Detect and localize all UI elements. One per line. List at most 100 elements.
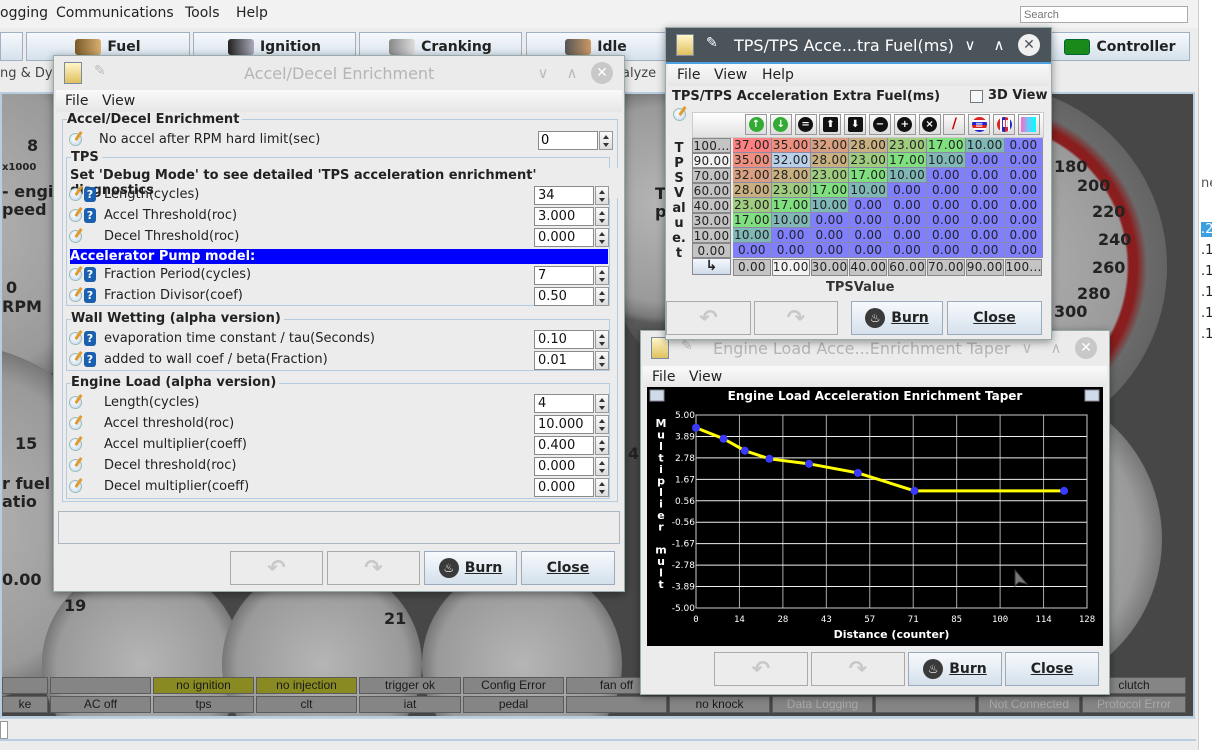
spinner[interactable] — [595, 287, 609, 306]
pin-icon[interactable]: ✎ — [94, 63, 106, 79]
edit-note-icon[interactable] — [69, 459, 82, 472]
subtab-analyze[interactable]: alyze — [622, 66, 656, 81]
minimize-icon[interactable]: ∨ — [532, 62, 554, 84]
table-cell[interactable]: 0.00 — [1004, 138, 1044, 153]
minimize-icon[interactable]: ∨ — [1016, 337, 1038, 359]
field-input[interactable]: 0.400 — [534, 436, 594, 455]
decrease-button[interactable]: ↓ — [769, 114, 792, 135]
table-cell[interactable]: 35.00 — [771, 138, 811, 153]
table-cell[interactable]: 10.00 — [771, 213, 811, 228]
chart-menu-icon[interactable] — [649, 389, 665, 402]
shift-down-button[interactable]: ⬇ — [844, 114, 867, 135]
minus-button[interactable]: − — [869, 114, 891, 135]
list-item[interactable]: .1 — [1201, 285, 1212, 300]
row-header[interactable]: 100... — [692, 138, 731, 153]
column-header[interactable]: 10.00 — [771, 259, 810, 276]
column-header[interactable]: 30.00 — [810, 259, 849, 276]
undo-button[interactable]: ↶ — [230, 551, 323, 585]
undo-button[interactable]: ↶ — [714, 652, 808, 686]
redo-button[interactable]: ↷ — [754, 301, 838, 335]
no-accel-input[interactable] — [538, 131, 598, 150]
toolbar-button-partial[interactable] — [0, 32, 23, 61]
redo-button[interactable]: ↷ — [327, 551, 420, 585]
row-header[interactable]: 60.00 — [692, 183, 731, 198]
spinner[interactable] — [595, 394, 609, 413]
table-cell[interactable]: 0.00 — [849, 243, 889, 258]
column-header[interactable]: 90.00 — [965, 259, 1004, 276]
table-cell[interactable]: 28.00 — [810, 153, 850, 168]
pin-icon[interactable]: ✎ — [706, 35, 718, 51]
edit-note-icon[interactable] — [69, 396, 82, 409]
table-cell[interactable]: 37.00 — [733, 138, 772, 153]
table-cell[interactable]: 32.00 — [771, 153, 811, 168]
table-cell[interactable]: 0.00 — [1004, 153, 1044, 168]
chart-options-icon[interactable] — [1084, 389, 1100, 402]
table-cell[interactable]: 0.00 — [888, 198, 927, 213]
table-cell[interactable]: 0.00 — [888, 183, 927, 198]
data-point[interactable] — [765, 454, 774, 463]
subtab-tuning-dyno[interactable]: ng & Dy — [0, 66, 53, 81]
3d-view-checkbox[interactable] — [970, 90, 983, 103]
table-cell[interactable]: 10.00 — [733, 228, 772, 243]
field-input[interactable]: 34 — [534, 186, 594, 205]
gradient-colors-button[interactable] — [1017, 114, 1040, 135]
table-cell[interactable]: 0.00 — [965, 153, 1005, 168]
table-cell[interactable]: 10.00 — [810, 198, 850, 213]
help-icon[interactable]: ? — [84, 331, 96, 346]
spinner[interactable] — [595, 415, 609, 434]
column-header[interactable]: 0.00 — [733, 259, 771, 276]
field-input[interactable]: 10.000 — [534, 415, 594, 434]
table-cell[interactable]: 32.00 — [733, 168, 772, 183]
table-cell[interactable]: 0.00 — [888, 213, 927, 228]
search-input[interactable] — [1020, 6, 1188, 23]
edit-note-icon[interactable] — [69, 209, 82, 222]
data-point[interactable] — [910, 486, 919, 495]
table-cell[interactable]: 0.00 — [927, 168, 966, 183]
axis-swap-icon[interactable]: ↳ — [692, 258, 731, 275]
spinner[interactable] — [595, 207, 609, 226]
data-point[interactable] — [719, 434, 728, 443]
column-header[interactable]: 60.00 — [888, 259, 926, 276]
menu-view[interactable]: View — [102, 93, 135, 109]
table-cell[interactable]: 0.00 — [927, 228, 966, 243]
maximize-icon[interactable]: ∧ — [1045, 337, 1067, 359]
menu-communications[interactable]: Communications — [56, 5, 174, 21]
data-point[interactable] — [740, 446, 749, 455]
close-button[interactable]: Close — [521, 551, 615, 585]
field-input[interactable]: 0.000 — [534, 478, 594, 497]
table-cell[interactable]: 17.00 — [771, 198, 811, 213]
table-cell[interactable]: 0.00 — [965, 213, 1005, 228]
close-icon[interactable]: ✕ — [591, 62, 613, 84]
column-header[interactable]: 100... — [1004, 259, 1043, 276]
table-cell[interactable]: 17.00 — [733, 213, 772, 228]
table-cell[interactable]: 28.00 — [733, 183, 772, 198]
maximize-icon[interactable]: ∧ — [988, 34, 1010, 56]
menu-file[interactable]: File — [65, 93, 88, 109]
table-cell[interactable]: 0.00 — [771, 243, 811, 258]
help-icon[interactable]: ? — [84, 208, 96, 223]
help-icon[interactable]: ? — [84, 267, 96, 282]
field-input[interactable]: 3.000 — [534, 207, 594, 226]
table-cell[interactable]: 23.00 — [849, 153, 889, 168]
table-cell[interactable]: 0.00 — [927, 198, 966, 213]
column-header[interactable]: 40.00 — [849, 259, 888, 276]
close-icon[interactable]: ✕ — [1075, 337, 1097, 359]
table-cell[interactable]: 0.00 — [733, 243, 772, 258]
column-header[interactable]: 70.00 — [927, 259, 965, 276]
close-button[interactable]: Close — [1005, 652, 1099, 686]
spinner[interactable] — [595, 436, 609, 455]
table-cell[interactable]: 0.00 — [888, 243, 927, 258]
menu-file[interactable]: File — [652, 369, 675, 385]
table-cell[interactable]: 0.00 — [1004, 228, 1044, 243]
maximize-icon[interactable]: ∧ — [561, 62, 583, 84]
menu-help[interactable]: Help — [762, 67, 794, 83]
table-cell[interactable]: 17.00 — [927, 138, 966, 153]
table-cell[interactable]: 0.00 — [965, 243, 1005, 258]
menu-tools[interactable]: Tools — [185, 5, 220, 21]
shift-up-button[interactable]: ⬆ — [819, 114, 842, 135]
spinner[interactable] — [595, 266, 609, 285]
increase-button[interactable]: ↑ — [745, 114, 767, 135]
field-input[interactable]: 0.01 — [534, 351, 594, 370]
table-cell[interactable]: 0.00 — [1004, 168, 1044, 183]
row-header[interactable]: 90.00 — [692, 153, 731, 168]
